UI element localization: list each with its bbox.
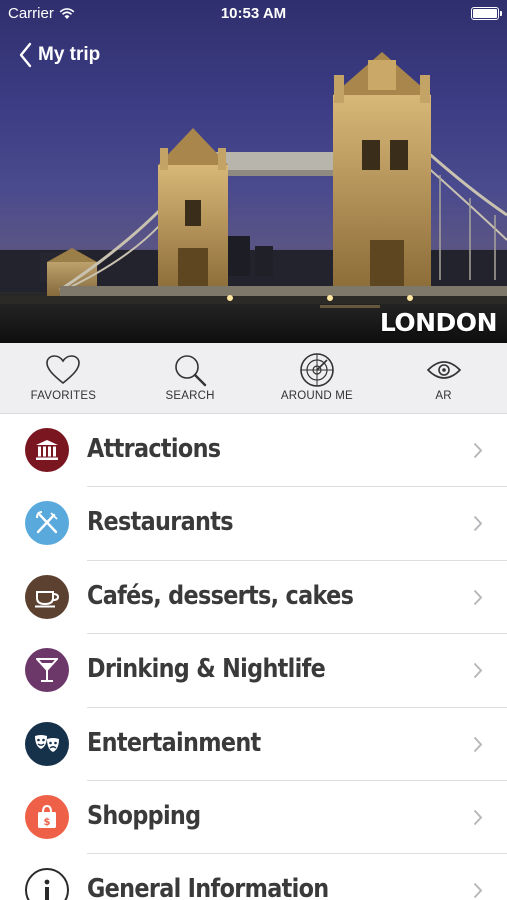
chevron-left-icon: [19, 42, 32, 68]
heart-icon: [46, 355, 81, 385]
info-icon: [44, 879, 50, 900]
category-label: Restaurants: [87, 507, 234, 538]
search-label: SEARCH: [165, 390, 215, 402]
general-information-badge: [25, 868, 69, 900]
fork-knife-icon: [36, 511, 58, 534]
theater-masks-icon: [35, 734, 59, 752]
category-label: Drinking & Nightlife: [87, 654, 326, 685]
category-label: Cafés, desserts, cakes: [87, 580, 354, 611]
ar-button[interactable]: AR: [380, 343, 507, 413]
category-row-shopping[interactable]: $ Shopping: [0, 781, 507, 855]
shopping-bag-icon: $: [38, 804, 56, 828]
svg-text:$: $: [44, 817, 51, 828]
back-button[interactable]: My trip: [18, 40, 100, 70]
coffee-cup-icon: [35, 590, 60, 608]
category-row-nightlife[interactable]: Drinking & Nightlife: [0, 634, 507, 708]
shopping-badge: $: [25, 794, 69, 839]
category-label: Shopping: [87, 800, 201, 831]
magnifier-icon: [175, 355, 207, 387]
quick-actions-toolbar: FAVORITES SEARCH AROUND ME AR: [0, 343, 507, 414]
category-row-general-information[interactable]: General Information: [0, 854, 507, 900]
status-time: 10:53 AM: [220, 5, 287, 22]
hero-image: Carrier 10:53 AM My trip LONDON: [0, 0, 507, 343]
status-bar: Carrier 10:53 AM: [0, 0, 507, 28]
around-me-button[interactable]: AROUND ME: [254, 343, 381, 413]
battery-icon: [471, 7, 502, 20]
chevron-right-icon: [473, 809, 483, 826]
chevron-right-icon: [473, 442, 483, 459]
museum-icon: [36, 440, 58, 460]
category-row-entertainment[interactable]: Entertainment: [0, 708, 507, 781]
chevron-right-icon: [473, 516, 483, 532]
around-me-label: AROUND ME: [280, 390, 353, 402]
search-button[interactable]: SEARCH: [127, 343, 254, 413]
chevron-right-icon: [473, 736, 483, 752]
favorites-label: FAVORITES: [30, 390, 97, 402]
category-list: Attractions Restaurants Cafés, desserts,…: [0, 414, 507, 900]
city-title: LONDON: [379, 308, 498, 337]
category-label: Attractions: [87, 434, 221, 464]
chevron-right-icon: [473, 662, 483, 679]
ar-label: AR: [435, 390, 452, 402]
chevron-right-icon: [473, 883, 483, 899]
eye-icon: [426, 361, 461, 379]
radar-icon: [300, 353, 334, 387]
restaurants-badge: [25, 501, 69, 546]
chevron-right-icon: [473, 589, 483, 605]
category-row-restaurants[interactable]: Restaurants: [0, 487, 507, 561]
category-row-attractions[interactable]: Attractions: [0, 414, 507, 488]
category-row-cafes[interactable]: Cafés, desserts, cakes: [0, 561, 507, 635]
category-label: Entertainment: [87, 727, 261, 758]
nightlife-badge: [25, 648, 69, 693]
entertainment-badge: [25, 721, 69, 766]
back-label: My trip: [38, 44, 101, 65]
cafes-badge: [25, 574, 69, 619]
attractions-badge: [25, 428, 69, 472]
favorites-button[interactable]: FAVORITES: [0, 343, 127, 413]
cocktail-icon: [36, 658, 58, 683]
category-label: General Information: [87, 874, 329, 900]
